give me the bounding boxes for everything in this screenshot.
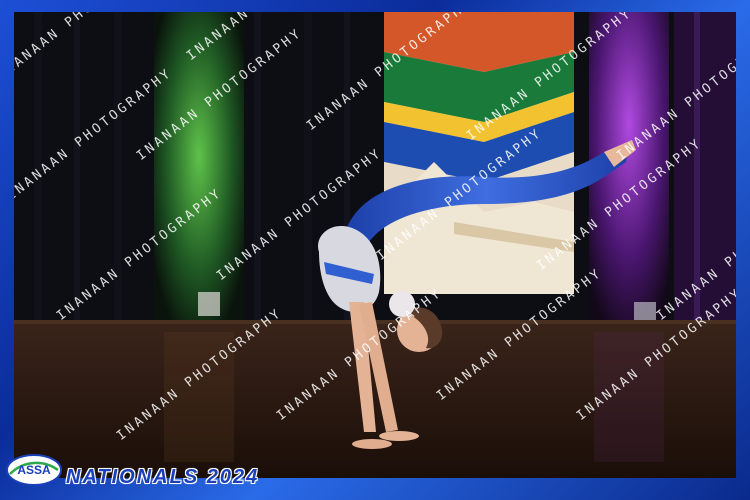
event-title: NATIONALS 2024 xyxy=(66,466,260,488)
assa-logo: ASSA xyxy=(4,448,64,488)
logo-text: ASSA xyxy=(17,463,51,477)
stage-scene xyxy=(14,12,736,478)
stage-photo: INANAAN PHOTOGRAPHY INANAAN PHOTOGRAPHY … xyxy=(14,12,736,478)
green-stage-light xyxy=(154,12,244,332)
photo-frame: INANAAN PHOTOGRAPHY INANAAN PHOTOGRAPHY … xyxy=(0,0,750,500)
flag-banner xyxy=(384,12,574,294)
